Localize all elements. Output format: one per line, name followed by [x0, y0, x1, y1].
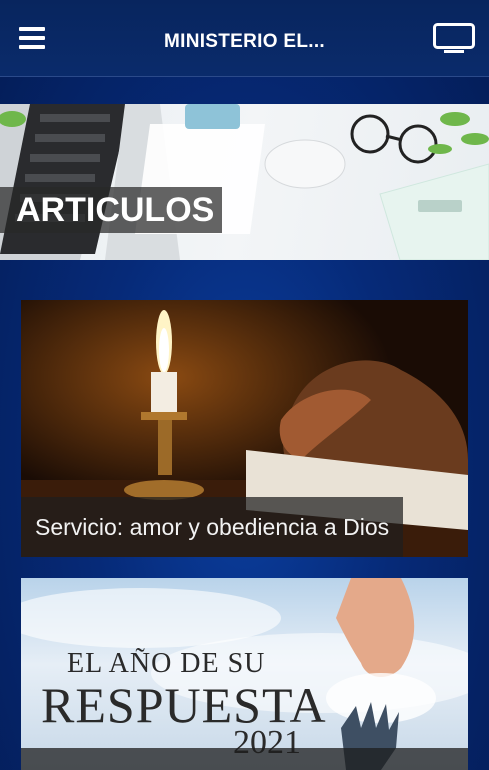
tv-icon[interactable] [433, 23, 475, 55]
banner-label: ARTICULOS [0, 187, 223, 233]
articles-banner[interactable]: ARTICULOS [0, 104, 489, 260]
article-card-respuesta-2021[interactable]: EL AÑO DE SU RESPUESTA 2021 [21, 578, 468, 770]
article-card-servicio[interactable]: Servicio: amor y obediencia a Dios [21, 300, 468, 557]
article-title-caption [21, 748, 468, 770]
article-title: Servicio: amor y obediencia a Dios [21, 497, 404, 557]
banner-image [0, 104, 489, 260]
page-title: MINISTERIO EL... [163, 31, 326, 52]
top-app-bar: MINISTERIO EL... [0, 0, 489, 77]
